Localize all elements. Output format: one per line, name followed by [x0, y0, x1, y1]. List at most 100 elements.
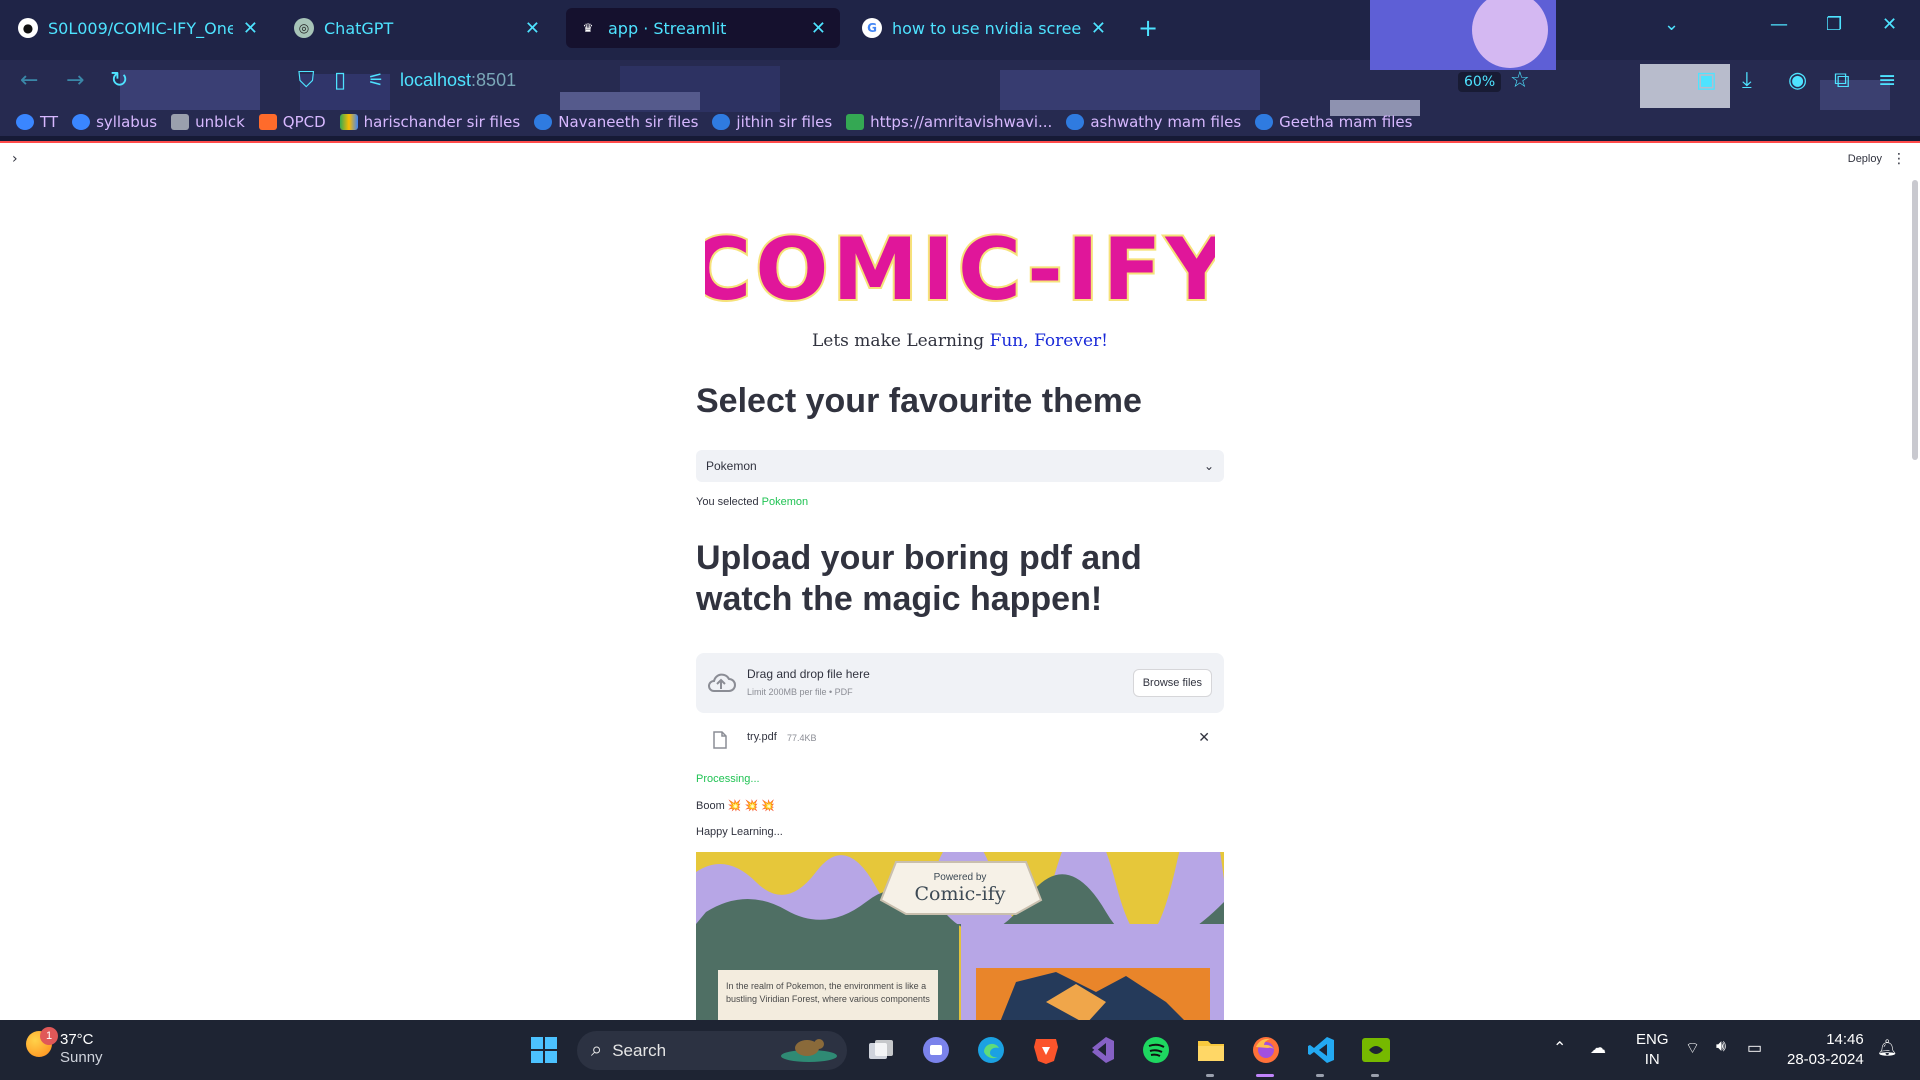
volume-icon[interactable]: 🔊︎ [1716, 1038, 1726, 1056]
comic-panel-caption: In the realm of Pokemon, the environment… [726, 981, 930, 1005]
system-clock[interactable]: 14:46 28-03-2024 [1787, 1030, 1864, 1070]
site-icon [846, 114, 865, 130]
tab-google-search[interactable]: G how to use nvidia screen recor ✕ [850, 8, 1120, 48]
back-arrow-icon[interactable]: ← [20, 68, 38, 93]
bookmark-qpcd[interactable]: QPCD [258, 113, 326, 131]
teams-icon[interactable] [919, 1033, 953, 1067]
account-icon[interactable]: ◉ [1788, 68, 1807, 93]
file-uploader-dropzone[interactable]: Drag and drop file here Limit 200MB per … [696, 653, 1224, 714]
bookmark-label: harischander sir files [363, 113, 521, 131]
bookmark-amritavishwavidyapeetham[interactable]: https://amritavishwavi... [846, 113, 1052, 131]
minimize-icon[interactable]: — [1770, 14, 1788, 35]
selection-feedback: You selected Pokemon [696, 496, 1224, 508]
tab-title: how to use nvidia screen recor [892, 18, 1081, 38]
close-tab-icon[interactable]: ✕ [1091, 18, 1106, 39]
bookmark-navaneeth[interactable]: Navaneeth sir files [534, 113, 698, 131]
weather-notification-badge: 1 [40, 1027, 58, 1045]
bookmark-label: Geetha mam files [1279, 113, 1413, 131]
edge-icon[interactable] [974, 1033, 1008, 1067]
bookmark-label: syllabus [96, 113, 158, 131]
zoom-indicator[interactable]: 60% [1458, 72, 1502, 92]
tracking-shield-icon[interactable]: ⛉ [298, 68, 315, 93]
sunny-weather-icon: 1 [26, 1027, 58, 1057]
input-language-indicator[interactable]: ENG IN [1636, 1030, 1669, 1070]
uploaded-file-row: try.pdf 77.4KB ✕ [696, 717, 1224, 763]
close-window-icon[interactable]: ✕ [1882, 14, 1897, 35]
bookmark-geetha[interactable]: Geetha mam files [1255, 113, 1412, 131]
comicify-logo: COMIC-IFY [696, 207, 1224, 327]
restore-icon[interactable]: ❐ [1826, 14, 1842, 35]
forward-arrow-icon[interactable]: → [66, 68, 84, 93]
uploaded-file-size: 77.4KB [787, 733, 817, 744]
remove-file-icon[interactable]: ✕ [1198, 729, 1210, 746]
url-host: localhost [400, 70, 472, 90]
downloads-icon[interactable]: ⤓ [1742, 68, 1752, 93]
bookmark-label: Navaneeth sir files [558, 113, 699, 131]
sidebar-expand-chevron-icon[interactable]: › [12, 151, 18, 167]
weather-widget[interactable]: 1 37°C Sunny [26, 1027, 103, 1067]
screenshot-icon[interactable]: ▣ [1696, 68, 1717, 93]
onedrive-tray-icon[interactable]: ☁ [1590, 1038, 1606, 1058]
theme-selectbox[interactable]: Pokemon ⌄ [696, 449, 1224, 482]
task-view-icon[interactable] [864, 1033, 898, 1067]
show-hidden-icons-chevron-icon[interactable]: ⌃ [1553, 1038, 1566, 1058]
tab-chatgpt[interactable]: ◎ ChatGPT ✕ [282, 8, 554, 48]
new-tab-button[interactable]: + [1138, 14, 1158, 42]
file-explorer-icon[interactable] [1194, 1033, 1228, 1067]
upload-heading: Upload your boring pdf and watch the mag… [696, 538, 1142, 618]
tagline-prefix: Lets make Learning [812, 331, 990, 351]
windows-start-icon[interactable] [527, 1033, 561, 1067]
bookmark-label: ashwathy mam files [1090, 113, 1242, 131]
drag-drop-label: Drag and drop file here [747, 667, 870, 682]
spotify-icon[interactable] [1139, 1033, 1173, 1067]
battery-icon[interactable]: ▭ [1747, 1038, 1762, 1058]
bookmark-harischander[interactable]: harischander sir files [339, 113, 521, 131]
you-selected-label: You selected [696, 495, 762, 508]
visual-studio-icon[interactable] [1084, 1033, 1118, 1067]
main-menu-kebab-icon[interactable]: ⋮ [1892, 151, 1906, 167]
bookmark-ashwathy[interactable]: ashwathy mam files [1066, 113, 1241, 131]
browse-files-button[interactable]: Browse files [1132, 669, 1212, 698]
clock-date: 28-03-2024 [1787, 1051, 1864, 1068]
notification-bell-icon[interactable]: 🔔︎ [1877, 1038, 1897, 1058]
close-tab-icon[interactable]: ✕ [811, 18, 826, 39]
tab-title: ChatGPT [324, 18, 394, 38]
bookmark-tt[interactable]: TT [16, 113, 58, 131]
tab-list-chevron-icon[interactable]: ⌄ [1664, 14, 1679, 35]
onedrive-icon [1255, 114, 1274, 130]
nvidia-icon[interactable] [1359, 1033, 1393, 1067]
comic-brand-label: Comic-ify [915, 883, 1006, 905]
vscode-icon[interactable] [1304, 1033, 1338, 1067]
bookmarks-bar: TT syllabus unblck QPCD harischander sir… [0, 108, 1920, 136]
logo-image: COMIC-IFY [705, 218, 1215, 317]
tab-github[interactable]: ● S0L009/COMIC-IFY_OneAPI: Ma ✕ [6, 8, 272, 48]
happy-learning-message: Happy Learning... [696, 826, 783, 839]
bookmark-star-icon[interactable]: ☆ [1510, 68, 1530, 93]
close-tab-icon[interactable]: ✕ [525, 18, 540, 39]
permissions-icon[interactable]: ⚟ [368, 70, 384, 91]
address-bar[interactable]: localhost:8501 [400, 70, 516, 91]
comic-artwork: Powered by Comic-ify In the realm of Pok… [696, 852, 1224, 1020]
firefox-icon[interactable] [1249, 1033, 1283, 1067]
boom-message: Boom 💥 💥 💥 [696, 800, 775, 813]
taskbar-search-box[interactable]: ⌕ Search [577, 1031, 847, 1070]
extensions-icon[interactable]: ⧉ [1834, 68, 1850, 93]
brave-icon[interactable] [1029, 1033, 1063, 1067]
page-info-icon[interactable]: ▯ [334, 68, 346, 93]
bookmark-unblck[interactable]: unblck [171, 113, 245, 131]
clock-time: 14:46 [1826, 1031, 1864, 1048]
menu-icon[interactable]: ≡ [1878, 68, 1896, 93]
deploy-button[interactable]: Deploy [1848, 153, 1882, 165]
firefox-running-indicator [1256, 1074, 1274, 1077]
wifi-icon[interactable]: ⌔ [1685, 1038, 1700, 1058]
page-scrollbar[interactable] [1912, 180, 1918, 460]
bookmark-label: QPCD [282, 113, 326, 131]
tab-streamlit-app[interactable]: ♛ app · Streamlit ✕ [566, 8, 840, 48]
tab-title: app · Streamlit [608, 18, 727, 38]
close-tab-icon[interactable]: ✕ [243, 18, 258, 39]
bookmark-syllabus[interactable]: syllabus [72, 113, 157, 131]
region-code: IN [1644, 1051, 1660, 1068]
bookmark-jithin[interactable]: jithin sir files [712, 113, 832, 131]
bookmark-label: unblck [195, 113, 245, 131]
reload-icon[interactable]: ↻ [110, 68, 128, 93]
